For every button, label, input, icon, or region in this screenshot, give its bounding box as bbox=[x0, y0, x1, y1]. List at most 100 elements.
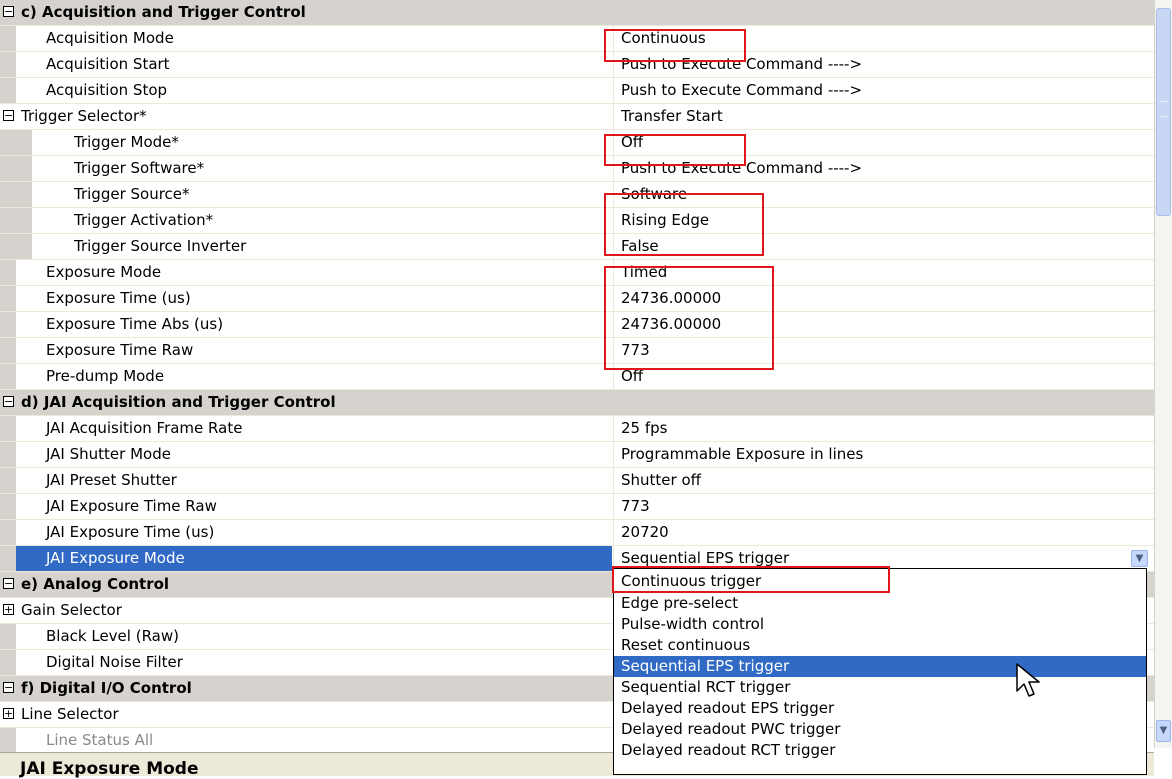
row-trigger-activation[interactable]: Trigger Activation* Rising Edge bbox=[0, 208, 1154, 234]
property-label-wrap: + Line Selector bbox=[0, 702, 612, 727]
property-label: Line Status All bbox=[16, 728, 612, 753]
property-label: Acquisition Start bbox=[16, 52, 612, 77]
row-jai-exposure-raw[interactable]: JAI Exposure Time Raw 773 bbox=[0, 494, 1154, 520]
property-label: Trigger Selector* bbox=[21, 107, 147, 125]
row-gutter bbox=[0, 312, 16, 337]
grip-icon bbox=[1160, 101, 1167, 117]
property-value[interactable]: Timed bbox=[613, 260, 1154, 285]
dropdown-option[interactable]: Delayed readout PWC trigger bbox=[614, 719, 1146, 740]
category-jai-acquisition-trigger[interactable]: − d) JAI Acquisition and Trigger Control bbox=[0, 390, 1154, 416]
category-label: c) Acquisition and Trigger Control bbox=[21, 3, 306, 21]
row-trigger-software[interactable]: Trigger Software* Push to Execute Comman… bbox=[0, 156, 1154, 182]
vertical-scrollbar[interactable]: ▼ bbox=[1155, 0, 1172, 748]
row-gutter bbox=[0, 494, 16, 519]
property-label: Trigger Source Inverter bbox=[32, 234, 612, 259]
row-trigger-selector[interactable]: − Trigger Selector* Transfer Start bbox=[0, 104, 1154, 130]
row-predump-mode[interactable]: Pre-dump Mode Off bbox=[0, 364, 1154, 390]
property-label: JAI Exposure Time Raw bbox=[16, 494, 612, 519]
dropdown-option[interactable]: Pulse-width control bbox=[614, 614, 1146, 635]
property-label: Gain Selector bbox=[21, 601, 122, 619]
property-label: Line Selector bbox=[21, 705, 119, 723]
collapse-icon[interactable]: − bbox=[3, 6, 14, 17]
row-jai-exposure-us[interactable]: JAI Exposure Time (us) 20720 bbox=[0, 520, 1154, 546]
row-acquisition-start[interactable]: Acquisition Start Push to Execute Comman… bbox=[0, 52, 1154, 78]
collapse-icon[interactable]: − bbox=[3, 396, 14, 407]
property-value[interactable]: Programmable Exposure in lines bbox=[613, 442, 1154, 467]
scroll-down-icon[interactable]: ▼ bbox=[1156, 720, 1171, 742]
expand-icon[interactable]: + bbox=[3, 604, 14, 615]
row-jai-shutter-mode[interactable]: JAI Shutter Mode Programmable Exposure i… bbox=[0, 442, 1154, 468]
property-value[interactable]: 773 bbox=[613, 494, 1154, 519]
property-value[interactable]: Push to Execute Command ----> bbox=[613, 52, 1154, 77]
dropdown-option[interactable]: Delayed readout EPS trigger bbox=[614, 698, 1146, 719]
row-gutter bbox=[0, 338, 16, 363]
property-label: JAI Shutter Mode bbox=[16, 442, 612, 467]
property-value[interactable]: 773 bbox=[613, 338, 1154, 363]
row-exposure-mode[interactable]: Exposure Mode Timed bbox=[0, 260, 1154, 286]
property-value[interactable]: 25 fps bbox=[613, 416, 1154, 441]
category-label: d) JAI Acquisition and Trigger Control bbox=[21, 393, 336, 411]
category-header: − c) Acquisition and Trigger Control bbox=[0, 0, 1154, 25]
property-value[interactable]: 20720 bbox=[613, 520, 1154, 545]
row-gutter bbox=[0, 728, 16, 753]
row-trigger-mode[interactable]: Trigger Mode* Off bbox=[0, 130, 1154, 156]
scrollbar-thumb[interactable] bbox=[1156, 8, 1171, 216]
property-value[interactable]: Off bbox=[613, 130, 1154, 155]
row-gutter bbox=[0, 624, 16, 649]
row-gutter bbox=[0, 520, 16, 545]
row-exposure-time-raw[interactable]: Exposure Time Raw 773 bbox=[0, 338, 1154, 364]
property-value[interactable]: Off bbox=[613, 364, 1154, 389]
property-label: Black Level (Raw) bbox=[16, 624, 612, 649]
property-value[interactable]: Push to Execute Command ----> bbox=[613, 156, 1154, 181]
row-acquisition-stop[interactable]: Acquisition Stop Push to Execute Command… bbox=[0, 78, 1154, 104]
property-label: JAI Preset Shutter bbox=[16, 468, 612, 493]
property-value[interactable]: Transfer Start bbox=[613, 104, 1154, 129]
row-jai-frame-rate[interactable]: JAI Acquisition Frame Rate 25 fps bbox=[0, 416, 1154, 442]
row-gutter bbox=[0, 442, 16, 467]
row-gutter bbox=[0, 546, 16, 571]
row-trigger-source[interactable]: Trigger Source* Software bbox=[0, 182, 1154, 208]
row-gutter bbox=[0, 234, 32, 259]
dropdown-option[interactable]: Edge pre-select bbox=[614, 593, 1146, 614]
row-gutter bbox=[0, 26, 16, 51]
property-value[interactable]: Software bbox=[613, 182, 1154, 207]
exposure-mode-dropdown[interactable]: Continuous trigger Edge pre-select Pulse… bbox=[613, 568, 1147, 775]
property-label: Trigger Activation* bbox=[32, 208, 612, 233]
property-value[interactable]: Push to Execute Command ----> bbox=[613, 78, 1154, 103]
row-trigger-source-inverter[interactable]: Trigger Source Inverter False bbox=[0, 234, 1154, 260]
property-label-wrap: − Trigger Selector* bbox=[0, 104, 612, 129]
dropdown-option[interactable]: Sequential RCT trigger bbox=[614, 677, 1146, 698]
property-label: Exposure Mode bbox=[16, 260, 612, 285]
row-acquisition-mode[interactable]: Acquisition Mode Continuous bbox=[0, 26, 1154, 52]
dropdown-option-selected[interactable]: Sequential EPS trigger bbox=[614, 656, 1146, 677]
dropdown-option[interactable]: Delayed readout RCT trigger bbox=[614, 740, 1146, 761]
category-acquisition-trigger[interactable]: − c) Acquisition and Trigger Control bbox=[0, 0, 1154, 26]
property-value[interactable]: Shutter off bbox=[613, 468, 1154, 493]
expand-icon[interactable]: + bbox=[3, 708, 14, 719]
row-gutter bbox=[0, 182, 32, 207]
property-label: Acquisition Mode bbox=[16, 26, 612, 51]
row-jai-preset-shutter[interactable]: JAI Preset Shutter Shutter off bbox=[0, 468, 1154, 494]
row-gutter bbox=[0, 130, 32, 155]
property-value[interactable]: False bbox=[613, 234, 1154, 259]
row-exposure-time-abs[interactable]: Exposure Time Abs (us) 24736.00000 bbox=[0, 312, 1154, 338]
chevron-down-icon[interactable]: ▼ bbox=[1131, 550, 1148, 567]
property-value[interactable]: Continuous bbox=[613, 26, 1154, 51]
property-value[interactable]: Rising Edge bbox=[613, 208, 1154, 233]
property-value[interactable]: 24736.00000 bbox=[613, 312, 1154, 337]
collapse-icon[interactable]: − bbox=[3, 110, 14, 121]
category-label: e) Analog Control bbox=[21, 575, 170, 593]
property-value[interactable]: 24736.00000 bbox=[613, 286, 1154, 311]
row-exposure-time[interactable]: Exposure Time (us) 24736.00000 bbox=[0, 286, 1154, 312]
property-label: Trigger Mode* bbox=[32, 130, 612, 155]
property-label: JAI Exposure Mode bbox=[16, 546, 612, 571]
dropdown-option[interactable]: Reset continuous bbox=[614, 635, 1146, 656]
dropdown-option[interactable]: Continuous trigger bbox=[614, 571, 1146, 592]
property-label: JAI Acquisition Frame Rate bbox=[16, 416, 612, 441]
row-gutter bbox=[0, 286, 16, 311]
collapse-icon[interactable]: − bbox=[3, 578, 14, 589]
property-label: Exposure Time Raw bbox=[16, 338, 612, 363]
row-gutter bbox=[0, 78, 16, 103]
row-gutter bbox=[0, 468, 16, 493]
collapse-icon[interactable]: − bbox=[3, 682, 14, 693]
